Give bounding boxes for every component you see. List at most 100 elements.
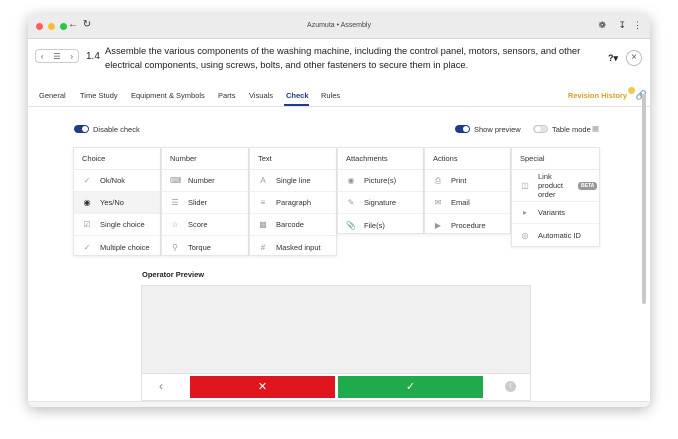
prev-step-icon[interactable]: ‹: [41, 52, 44, 61]
tab-equipment-symbols[interactable]: Equipment & Symbols: [131, 91, 205, 100]
no-button[interactable]: ✕: [190, 376, 335, 398]
operator-preview-title: Operator Preview: [142, 270, 205, 279]
check-type-single-choice[interactable]: ☑ Single choice: [74, 214, 160, 236]
signature-icon: ✎: [347, 198, 355, 207]
more-menu-icon[interactable]: ⋮: [633, 20, 642, 31]
text-icon: A: [260, 176, 266, 185]
step-title[interactable]: Assemble the various components of the w…: [105, 44, 605, 72]
column-actions: Actions ⎙ Print ✉ Email ▶ Procedure: [424, 147, 511, 234]
check-type-barcode[interactable]: ▩ Barcode: [250, 214, 336, 236]
check-type-files[interactable]: 📎 File(s): [338, 214, 423, 236]
help-icon[interactable]: ?▾: [608, 53, 618, 64]
column-special: Special ◫ Link product order BETA ▸ Varia…: [511, 147, 600, 247]
check-type-automatic-id[interactable]: ◎ Automatic ID: [512, 224, 599, 246]
column-number: Number ⌨ Number ☰ Slider ☆ Score ⚲ Torque: [161, 147, 249, 256]
step-navigation: ‹ ☰ ›: [35, 49, 79, 63]
x-icon: ✕: [257, 381, 268, 393]
beta-badge: BETA: [578, 181, 598, 190]
title-bar: ← ↻ Azumuta • Assembly ❁ ↧ ⋮: [28, 14, 650, 39]
column-header: Number: [162, 148, 248, 170]
fingerprint-icon: ◎: [521, 230, 529, 240]
star-icon: ☆: [171, 220, 179, 229]
extension-icon[interactable]: ❁: [598, 20, 606, 31]
table-icon[interactable]: ▦: [592, 124, 599, 133]
check-type-link-product-order[interactable]: ◫ Link product order BETA: [512, 170, 599, 202]
app-content: ‹ ☰ › 1.4 Assemble the various component…: [28, 39, 650, 407]
disable-check-label: Disable check: [93, 125, 140, 134]
barcode-icon: ▩: [259, 220, 267, 229]
tab-check[interactable]: Check: [286, 91, 309, 100]
wrench-icon: ⚲: [172, 242, 178, 252]
download-icon[interactable]: ↧: [618, 20, 626, 31]
active-tab-underline: [284, 104, 309, 106]
check-circle-icon: ◉: [83, 198, 91, 207]
tab-parts[interactable]: Parts: [218, 91, 236, 100]
next-step-icon[interactable]: ›: [70, 52, 73, 61]
check-type-paragraph[interactable]: ≡ Paragraph: [250, 192, 336, 214]
checkmark-icon: ✓: [405, 381, 416, 393]
column-choice: Choice ✓ Ok/Nok ◉ Yes/No ☑ Single choice ✓ M…: [73, 147, 161, 256]
check-type-signature[interactable]: ✎ Signature: [338, 192, 423, 214]
tab-time-study[interactable]: Time Study: [80, 91, 118, 100]
browser-window: ← ↻ Azumuta • Assembly ❁ ↧ ⋮ ‹ ☰ › 1.4 A…: [28, 14, 650, 407]
comment-icon[interactable]: !: [505, 381, 516, 392]
tab-bar: General Time Study Equipment & Symbols P…: [28, 87, 650, 107]
camera-icon: ◉: [347, 176, 355, 185]
check-type-email[interactable]: ✉ Email: [425, 192, 510, 214]
close-icon[interactable]: ×: [626, 50, 642, 66]
check-type-number[interactable]: ⌨ Number: [162, 170, 248, 192]
check-type-variants[interactable]: ▸ Variants: [512, 202, 599, 224]
yes-button[interactable]: ✓: [338, 376, 483, 398]
check-type-procedure[interactable]: ▶ Procedure: [425, 214, 510, 236]
check-type-yes-no[interactable]: ◉ Yes/No: [74, 192, 160, 214]
chevron-left-icon[interactable]: ‹: [159, 379, 163, 393]
tag-icon: ▸: [522, 208, 527, 217]
multi-check-icon: ✓: [83, 242, 91, 252]
bottom-strip: [28, 401, 650, 407]
column-attachments: Attachments ◉ Picture(s) ✎ Signature 📎 File…: [337, 147, 424, 234]
show-preview-toggle[interactable]: [455, 125, 470, 133]
checkbox-icon: ☑: [83, 220, 91, 229]
disable-check-toggle[interactable]: [74, 125, 89, 133]
operator-preview-controls: ‹ ✕ ✓ !: [141, 373, 531, 401]
tab-general[interactable]: General: [39, 91, 66, 100]
column-header: Special: [512, 148, 599, 170]
column-header: Attachments: [338, 148, 423, 170]
column-header: Text: [250, 148, 336, 170]
step-header: ‹ ☰ › 1.4 Assemble the various component…: [28, 39, 650, 81]
show-preview-label: Show preview: [474, 125, 521, 134]
check-type-slider[interactable]: ☰ Slider: [162, 192, 248, 214]
check-icon: ✓: [83, 176, 91, 185]
column-header: Choice: [74, 148, 160, 170]
vertical-scrollbar[interactable]: [642, 94, 646, 304]
check-type-single-line[interactable]: A Single line: [250, 170, 336, 192]
revision-notification-badge: [628, 87, 635, 94]
paragraph-icon: ≡: [260, 198, 266, 207]
check-type-multiple-choice[interactable]: ✓ Multiple choice: [74, 236, 160, 258]
check-type-masked-input[interactable]: # Masked input: [250, 236, 336, 258]
printer-icon: ⎙: [434, 175, 442, 185]
play-icon: ▶: [434, 220, 442, 230]
window-title: Azumuta • Assembly: [307, 22, 371, 29]
link-order-icon: ◫: [521, 181, 529, 190]
number-icon: ⌨: [170, 176, 182, 185]
revision-history-link[interactable]: Revision History: [568, 91, 627, 100]
menu-icon[interactable]: ☰: [53, 52, 60, 61]
check-type-torque[interactable]: ⚲ Torque: [162, 236, 248, 258]
step-number: 1.4: [86, 51, 100, 62]
check-type-ok-nok[interactable]: ✓ Ok/Nok: [74, 170, 160, 192]
tab-visuals[interactable]: Visuals: [249, 91, 273, 100]
hash-icon: #: [260, 242, 266, 252]
paperclip-icon: 📎: [346, 220, 356, 230]
column-header: Actions: [425, 148, 510, 170]
mail-icon: ✉: [434, 198, 442, 207]
table-mode-label: Table mode: [552, 125, 591, 134]
slider-icon: ☰: [171, 198, 179, 207]
table-mode-toggle[interactable]: [533, 125, 548, 133]
check-type-print[interactable]: ⎙ Print: [425, 170, 510, 192]
check-type-pictures[interactable]: ◉ Picture(s): [338, 170, 423, 192]
check-type-grid: Choice ✓ Ok/Nok ◉ Yes/No ☑ Single choice ✓ M…: [73, 147, 601, 256]
check-type-score[interactable]: ☆ Score: [162, 214, 248, 236]
column-text: Text A Single line ≡ Paragraph ▩ Barcode # M…: [249, 147, 337, 256]
tab-rules[interactable]: Rules: [321, 91, 340, 100]
